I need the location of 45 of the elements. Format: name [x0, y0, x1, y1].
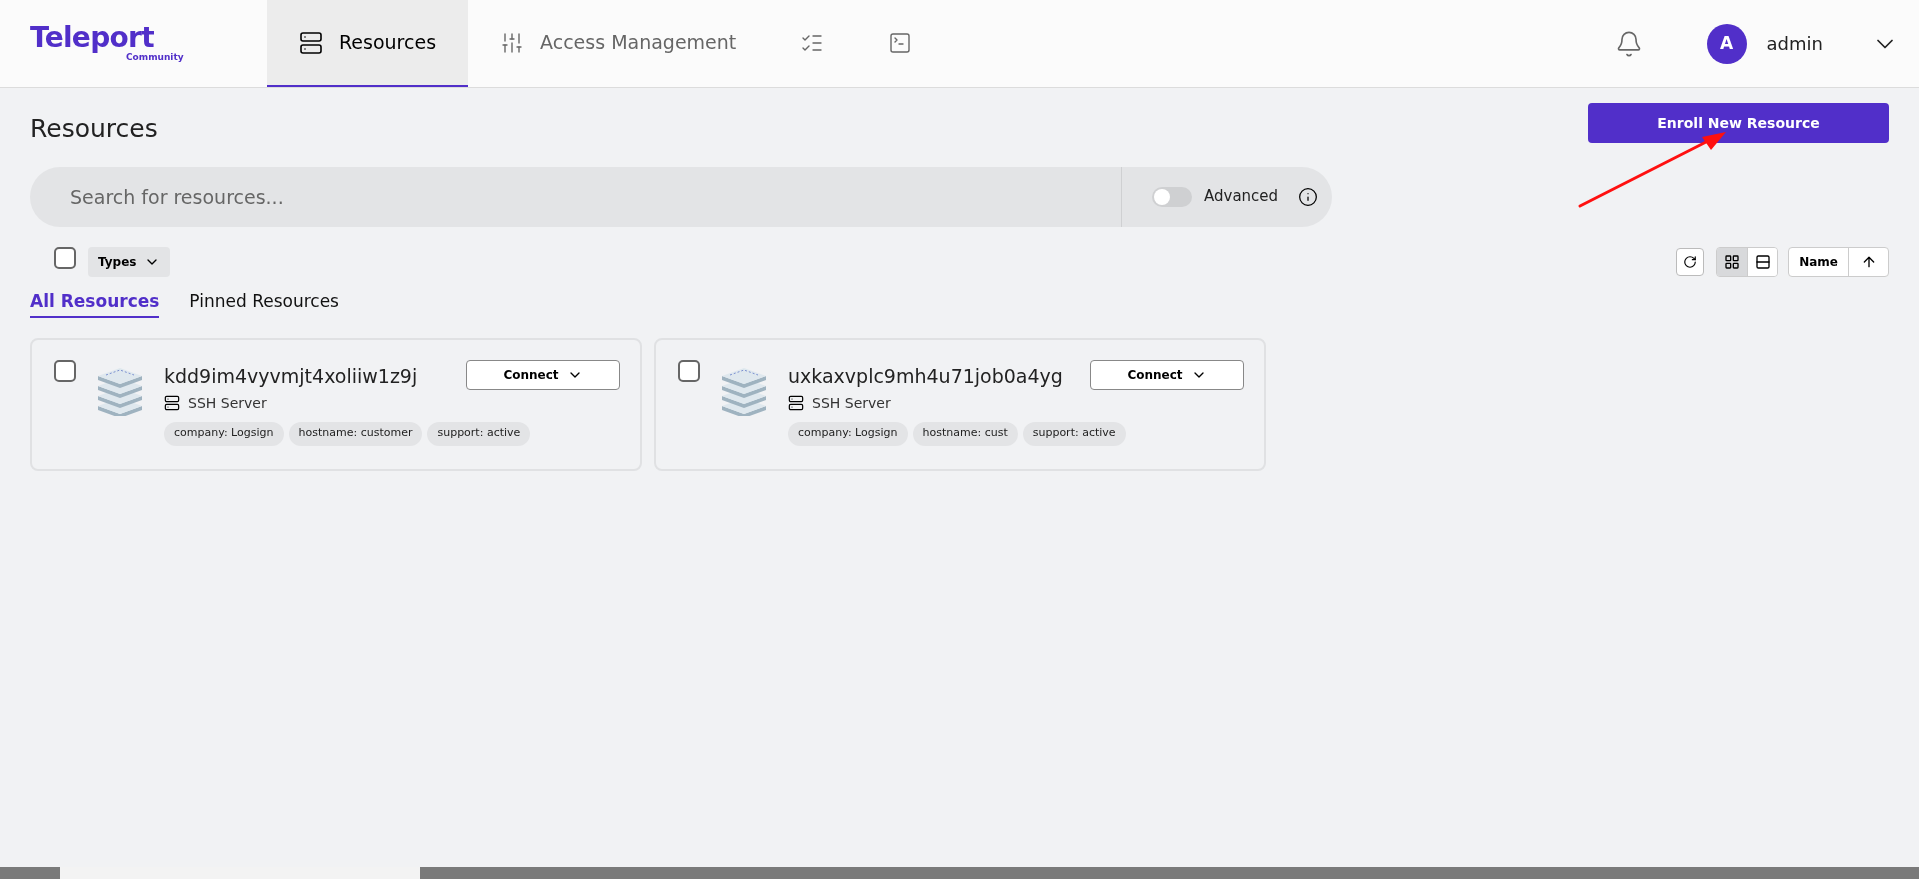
advanced-toggle[interactable]: [1152, 186, 1192, 207]
connect-button[interactable]: Connect: [1090, 360, 1244, 390]
logo-edition: Community: [126, 51, 185, 64]
refresh-icon: [1683, 254, 1698, 269]
checkbox[interactable]: [678, 360, 700, 382]
types-filter-button[interactable]: Types: [88, 246, 171, 277]
label-tag: company: Logsign: [164, 421, 284, 446]
label-tag: support: active: [1022, 421, 1126, 446]
logo-name: Teleport: [30, 23, 154, 52]
list-icon: [1754, 253, 1771, 270]
resource-card[interactable]: kdd9im4vyvmjt4xoliiw1z9j Connect SSH Server company: Logsign hostname: customer support: active: [30, 338, 642, 471]
scrollbar-thumb[interactable]: [60, 867, 420, 879]
connect-button[interactable]: Connect: [466, 360, 620, 390]
terminal-icon: [888, 30, 913, 55]
enroll-resource-button[interactable]: Enroll New Resource: [1588, 103, 1889, 143]
label-tag: support: active: [427, 421, 531, 446]
user-avatar[interactable]: A: [1706, 23, 1747, 64]
view-mode-button[interactable]: [1747, 247, 1778, 276]
logo[interactable]: Teleport Community: [0, 0, 267, 87]
label-tag: company: Logsign: [788, 421, 908, 446]
checkbox[interactable]: [54, 360, 76, 382]
checkbox[interactable]: [54, 247, 76, 269]
grid-icon: [1724, 253, 1741, 270]
search-field[interactable]: Search for resources... Advanced: [30, 166, 1332, 227]
label-tag: hostname: customer: [288, 421, 423, 446]
server-icon: [788, 395, 804, 411]
refresh-button[interactable]: [1676, 247, 1705, 276]
server-icon: [299, 30, 323, 55]
view-mode-button[interactable]: [1717, 247, 1748, 276]
server-icon: [164, 395, 180, 411]
resource-tab[interactable]: All Resources: [30, 288, 160, 318]
sliders-icon: [500, 30, 525, 55]
nav-tab[interactable]: Resources: [267, 0, 469, 87]
resource-type: SSH Server: [812, 393, 891, 413]
user-name[interactable]: admin: [1766, 30, 1823, 57]
resource-tab[interactable]: Pinned Resources: [189, 288, 339, 318]
info-icon[interactable]: [1298, 186, 1319, 207]
advanced-label: Advanced: [1204, 186, 1279, 208]
resource-name: kdd9im4vyvmjt4xoliiw1z9j: [164, 364, 418, 389]
resource-name: uxkaxvplc9mh4u71job0a4yg: [788, 364, 1063, 389]
nav-tab[interactable]: Access Management: [468, 0, 769, 87]
resource-card[interactable]: uxkaxvplc9mh4u71job0a4yg Connect SSH Server company: Logsign hostname: cust support: active: [654, 338, 1266, 471]
resource-type: SSH Server: [188, 393, 267, 413]
label-tag: hostname: cust: [912, 421, 1018, 446]
page-title: Resources: [30, 113, 158, 145]
